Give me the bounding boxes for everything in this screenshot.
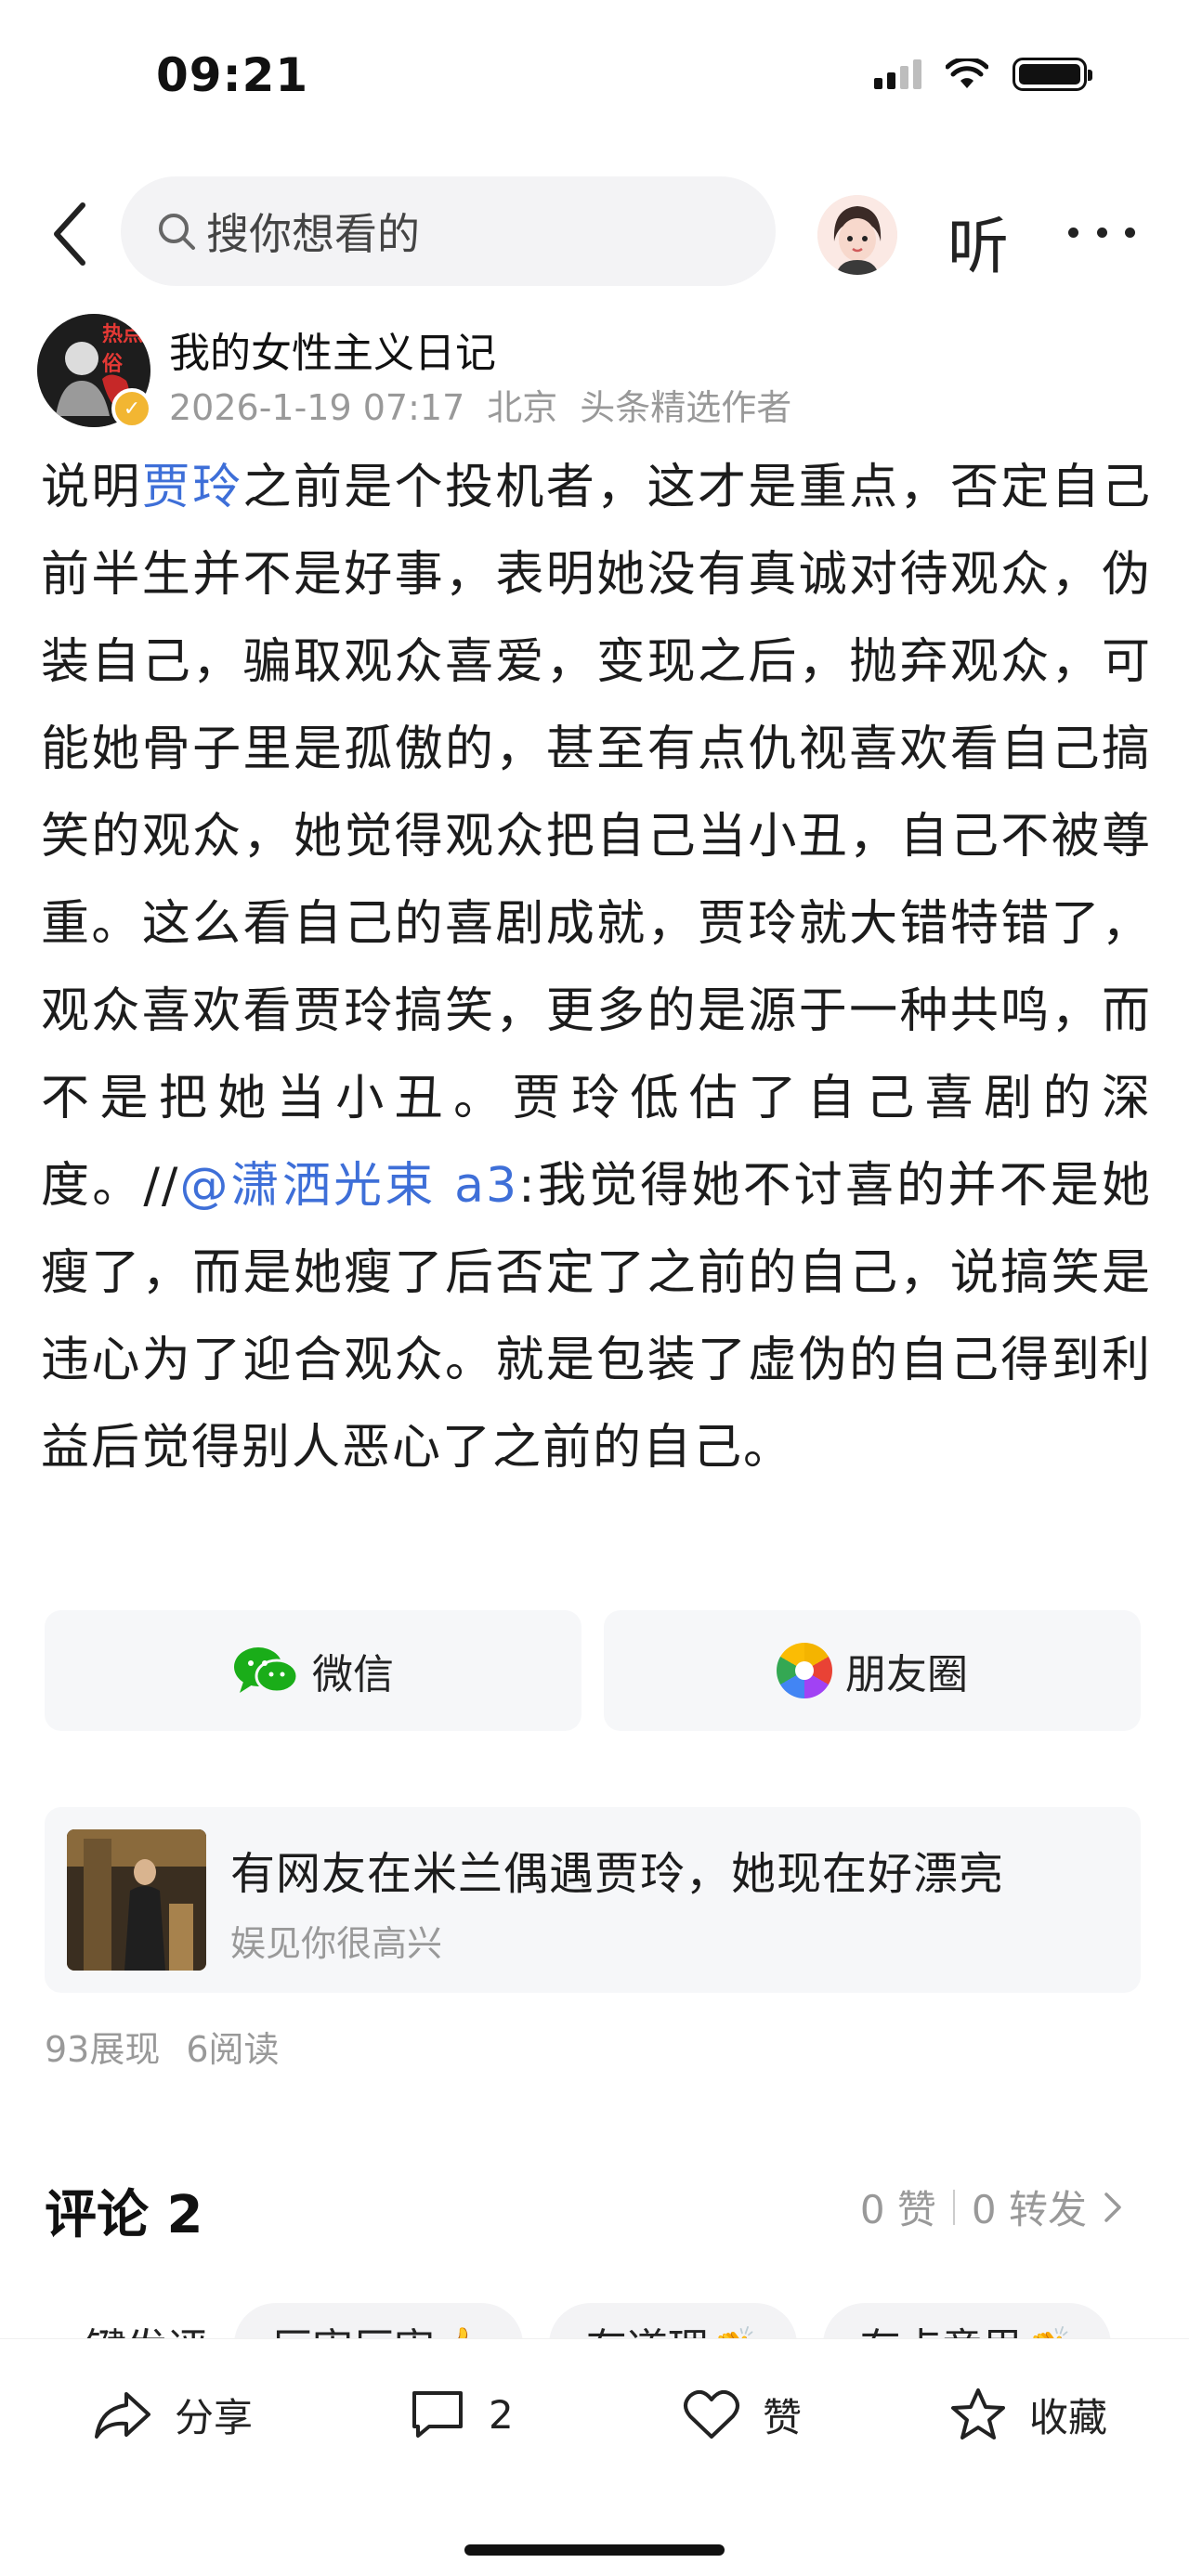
related-article-card[interactable]: 有网友在米兰偶遇贾玲，她现在好漂亮 娱见你很高兴	[45, 1807, 1141, 1993]
avatar-badge: 热点俗	[102, 323, 144, 376]
views-count: 93展现	[45, 2029, 161, 2070]
post-text-segment: 说明	[41, 460, 142, 515]
related-article-thumbnail	[67, 1829, 206, 1971]
cellular-signal-icon	[874, 59, 921, 89]
share-moments-button[interactable]: 朋友圈	[604, 1610, 1141, 1731]
post-text-segment: 之前是个投机者，这才是重点，否定自己前半生并不是好事，表明她没有真诚对待观众，伪…	[41, 460, 1152, 1214]
post-date: 2026-1-19 07:17	[169, 387, 465, 428]
listen-button[interactable]: 听	[947, 197, 1009, 286]
share-moments-label: 朋友圈	[845, 1651, 968, 1698]
verified-badge-icon: ✓	[111, 388, 152, 429]
quick-comment-chip[interactable]: 厉害厉害👍	[234, 2303, 523, 2338]
share-wechat-label: 微信	[312, 1651, 394, 1698]
likes-count: 0 赞	[859, 2187, 936, 2232]
reads-count: 6阅读	[186, 2029, 280, 2070]
comments-title: 评论 2	[45, 2185, 203, 2245]
share-button[interactable]: 分享	[93, 2382, 253, 2447]
author-tag: 头条精选作者	[580, 387, 792, 428]
comment-count: 2	[489, 2391, 514, 2438]
author-header: 热点俗 ✓ 我的女性主义日记 2026-1-19 07:17 北京 头条精选作者	[37, 314, 1152, 435]
status-bar: 09:21	[0, 0, 1189, 158]
heart-icon	[684, 2389, 739, 2439]
like-label: 赞	[763, 2394, 803, 2440]
mention-link[interactable]: @潇洒光束 a3	[179, 1158, 518, 1214]
quick-comment-row: 一键发评 厉害厉害👍 有道理👏 有点意思👏	[45, 2294, 1159, 2338]
comment-icon	[412, 2391, 463, 2438]
related-article-source: 娱见你很高兴	[230, 1923, 443, 1964]
assistant-avatar[interactable]	[817, 195, 897, 275]
related-article-title: 有网友在米兰偶遇贾玲，她现在好漂亮	[230, 1848, 1005, 1900]
nav-bar: 搜你想看的 听	[0, 176, 1189, 293]
status-time: 09:21	[156, 48, 309, 102]
share-icon	[95, 2392, 150, 2439]
more-options-icon[interactable]	[1068, 204, 1135, 260]
quick-comment-label: 一键发评	[45, 2315, 208, 2338]
post-body: 说明贾玲之前是个投机者，这才是重点，否定自己前半生并不是好事，表明她没有真诚对待…	[41, 444, 1152, 1491]
share-wechat-button[interactable]: 微信	[45, 1610, 581, 1731]
search-placeholder: 搜你想看的	[206, 209, 420, 259]
search-input[interactable]: 搜你想看的	[121, 176, 776, 286]
chevron-right-icon	[1104, 2192, 1121, 2222]
status-icons	[874, 58, 1092, 91]
quick-comment-chip[interactable]: 有道理👏	[548, 2303, 797, 2338]
chevron-left-icon	[54, 202, 85, 266]
star-icon	[951, 2388, 1005, 2439]
author-meta: 2026-1-19 07:17 北京 头条精选作者	[169, 379, 814, 430]
wechat-icon	[234, 1647, 299, 1694]
reposts-count: 0 转发	[971, 2187, 1087, 2232]
favorite-button[interactable]: 收藏	[949, 2382, 1107, 2447]
like-button[interactable]: 赞	[683, 2382, 802, 2447]
bottom-action-bar: 分享 2 赞 收藏	[0, 2338, 1189, 2487]
share-label: 分享	[175, 2394, 254, 2440]
post-stats: 93展现 6阅读	[45, 2021, 306, 2072]
moments-icon	[777, 1643, 832, 1698]
post-location: 北京	[487, 387, 558, 428]
engagement-summary[interactable]: 0 赞 0 转发	[860, 2179, 1122, 2235]
divider	[952, 2189, 955, 2225]
quick-comment-chip[interactable]: 有点意思👏	[822, 2303, 1112, 2338]
battery-icon	[1013, 58, 1092, 91]
favorite-label: 收藏	[1029, 2394, 1108, 2440]
comments-header: 评论 2 0 赞 0 转发	[45, 2173, 1122, 2245]
topic-link[interactable]: 贾玲	[142, 460, 243, 515]
back-button[interactable]	[37, 197, 102, 271]
home-indicator	[464, 2544, 725, 2556]
comment-button[interactable]: 2	[409, 2382, 514, 2447]
author-name[interactable]: 我的女性主义日记	[169, 319, 496, 379]
search-icon	[156, 210, 199, 253]
share-row: 微信 朋友圈	[45, 1610, 1141, 1731]
wifi-icon	[946, 59, 988, 88]
